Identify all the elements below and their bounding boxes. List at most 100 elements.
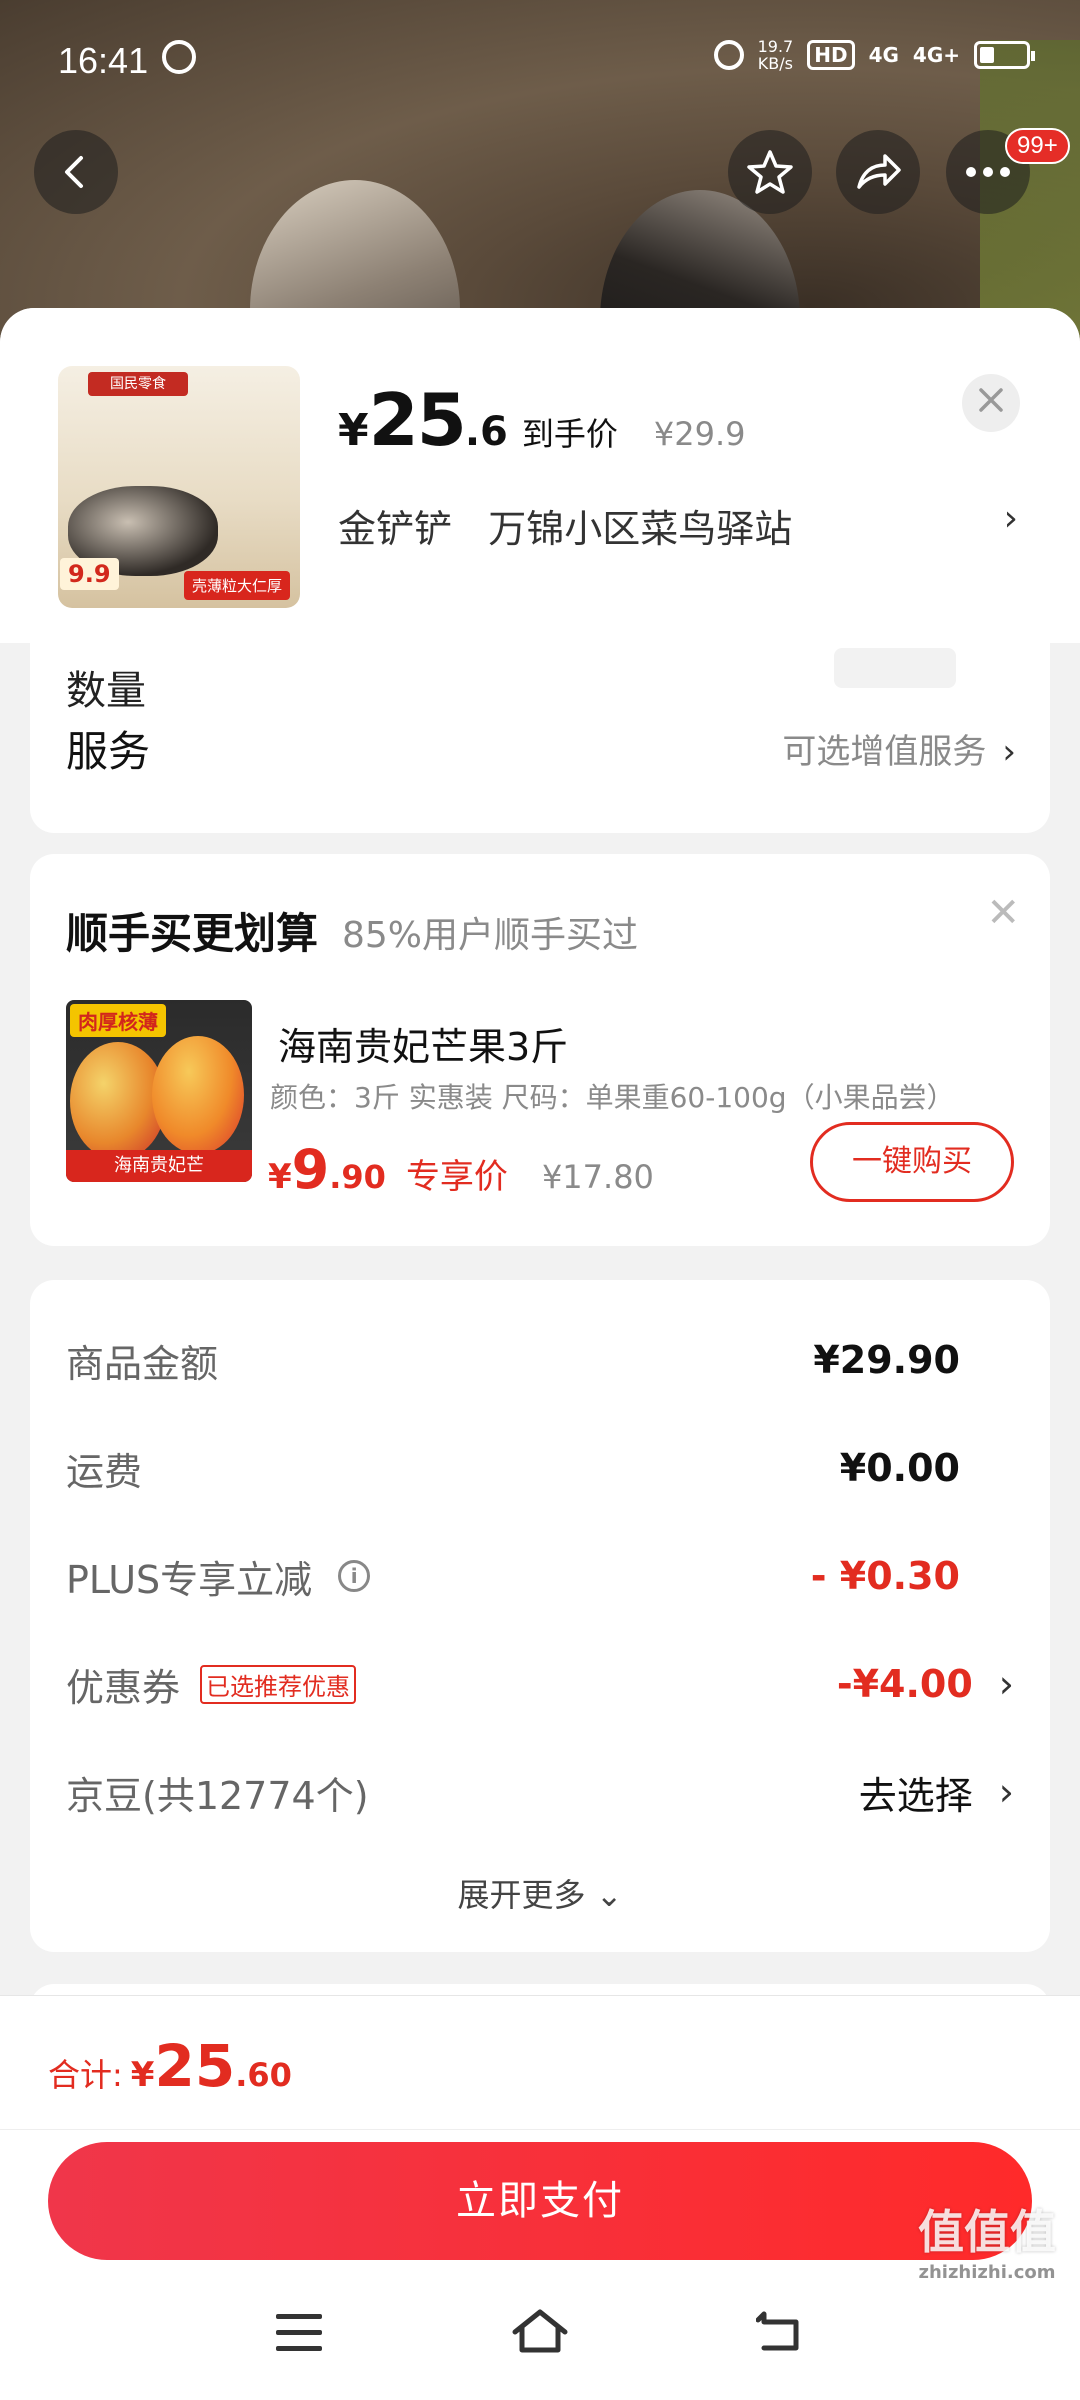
chevron-right-icon: › [998,1662,1014,1706]
share-button[interactable] [836,130,920,214]
quantity-stepper[interactable] [834,648,956,688]
upsell-price-line: ¥ 9 .90 专享价 ¥17.80 [268,1138,654,1201]
summary-row-shipping: 运费 ¥0.00 [66,1438,1014,1498]
upsell-price-decimal: .90 [329,1158,386,1196]
jingdou-value-wrap: 去选择 › [859,1765,1014,1820]
address-selector[interactable]: 金铲铲 万锦小区菜鸟驿站 › [338,498,1018,553]
more-dots-icon [966,167,1010,177]
watermark-logo: 值值值 zhizhizhi.com [918,2196,1056,2283]
chevron-right-icon: › [1002,732,1016,772]
chevron-left-icon [65,156,83,188]
total-price: 合计: ¥ 25 .60 [48,2032,292,2100]
chevron-down-icon: ⌄ [595,1876,623,1914]
upsell-price-integer: 9 [291,1138,330,1201]
expand-more-label: 展开更多 [457,1876,586,1914]
pay-now-button[interactable]: 立即支付 [48,2142,1032,2260]
summary-row-jingdou[interactable]: 京豆(共12774个) 去选择 › [66,1762,1014,1822]
total-currency: ¥ [130,2055,155,2095]
alarm-icon [162,40,196,74]
service-label: 服务 [66,727,151,776]
summary-row-coupon[interactable]: 优惠券 已选推荐优惠 -¥4.00 › [66,1654,1014,1714]
status-time: 16:41 [58,40,149,81]
upsell-item-name: 海南贵妃芒果3斤 [278,1025,569,1069]
goods-amount-value: ¥29.90 [813,1338,960,1382]
coupon-selected-badge: 已选推荐优惠 [200,1664,357,1704]
plus-discount-label: PLUS专享立减 [66,1557,313,1602]
upsell-original-price: ¥17.80 [541,1158,654,1196]
mango-product-image[interactable]: 肉厚核薄 海南贵妃芒 [66,1000,252,1182]
summary-row-goods: 商品金额 ¥29.90 [66,1330,1014,1390]
jingdou-value: 去选择 [858,1773,973,1818]
total-decimal: .60 [235,2056,292,2094]
price-currency: ¥ [338,405,369,456]
coupon-value: -¥4.00 [836,1662,973,1706]
chevron-right-icon: › [1003,498,1018,539]
back-button[interactable] [34,130,118,214]
star-icon [747,150,793,194]
close-icon[interactable]: ✕ [986,890,1020,936]
total-label: 合计: [48,2056,123,2094]
home-icon[interactable] [510,2306,570,2356]
summary-row-plus: PLUS专享立减 i - ¥0.30 [66,1546,1014,1606]
total-integer: 25 [154,2032,236,2100]
goods-amount-label: 商品金额 [66,1341,219,1386]
upsell-title: 顺手买更划算 [66,909,319,958]
quantity-label: 数量 [66,668,146,714]
alarm-clock-icon [713,40,744,70]
watermark-text: 值值值 [918,2205,1056,2259]
price-summary-card: 商品金额 ¥29.90 运费 ¥0.00 PLUS专享立减 i - ¥0.30 … [30,1280,1050,1952]
address-place: 万锦小区菜鸟驿站 [488,507,793,551]
back-nav-icon[interactable] [756,2310,804,2354]
hd-icon: HD [807,40,855,70]
coupon-label: 优惠券 [66,1665,181,1710]
network-speed: 19.7 KB/s [758,38,794,72]
net-speed-unit: KB/s [757,54,793,73]
price-integer: 25 [368,378,467,462]
expand-more-button[interactable]: 展开更多 ⌄ [30,1870,1050,1916]
price-decimal: .6 [464,409,508,455]
mango-image-label: 海南贵妃芒 [66,1150,252,1182]
signal-4g-plus-icon: 4G+ [912,43,960,67]
final-price-label: 到手价 [521,415,618,453]
status-bar: 16:41 19.7 KB/s HD 4G 4G+ [0,0,1080,120]
upsell-price-label: 专享价 [405,1157,508,1197]
favorite-button[interactable] [728,130,812,214]
close-button[interactable] [962,374,1020,432]
shipping-value: ¥0.00 [839,1446,960,1490]
one-click-buy-button[interactable]: 一键购买 [810,1122,1014,1202]
thumb-tag: 壳薄粒大仁厚 [183,571,290,600]
product-thumbnail[interactable]: 国民零食 9.9 壳薄粒大仁厚 [58,366,300,608]
plus-discount-value: - ¥0.30 [810,1554,960,1598]
watermark-domain: zhizhizhi.com [918,2262,1056,2283]
address-text: 金铲铲 万锦小区菜鸟驿站 [338,498,792,553]
mango-image-tag: 肉厚核薄 [70,1004,166,1037]
menu-icon[interactable] [276,2314,322,2354]
upsell-item-spec: 颜色：3斤 实惠装 尺码：单果重60-100g（小果品尝） [270,1081,955,1114]
plus-discount-label-wrap: PLUS专享立减 i [66,1549,371,1604]
upsell-price-currency: ¥ [268,1157,292,1197]
sheet-header: 国民零食 9.9 壳薄粒大仁厚 ¥ 25 .6 到手价 ¥29.9 金铲铲 万锦… [0,308,1080,643]
address-name: 金铲铲 [338,507,453,551]
share-icon [857,154,901,189]
system-nav-bar [0,2286,1080,2396]
upsell-subtitle: 85%用户顺手买过 [342,915,639,956]
thumb-banner: 国民零食 [88,372,188,396]
message-count-badge: 99+ [1005,128,1070,164]
status-icons: 19.7 KB/s HD 4G 4G+ [713,38,1035,72]
info-icon[interactable]: i [338,1560,371,1592]
upsell-card: 顺手买更划算 85%用户顺手买过 ✕ 肉厚核薄 海南贵妃芒 海南贵妃芒果3斤 颜… [30,854,1050,1246]
battery-icon [974,41,1035,69]
price-line: ¥ 25 .6 到手价 ¥29.9 [338,378,745,462]
jingdou-label: 京豆(共12774个) [66,1773,369,1818]
signal-4g-icon: 4G [868,43,899,67]
mango-image-right [152,1036,244,1154]
coupon-value-wrap: -¥4.00 › [837,1662,1014,1706]
thumb-price: 9.9 [60,558,119,590]
original-price: ¥29.9 [653,415,746,453]
close-icon [979,388,1003,412]
divider [0,2129,1080,2130]
shipping-label: 运费 [66,1449,143,1494]
service-value: 可选增值服务 [782,732,987,772]
chevron-right-icon: › [998,1770,1014,1814]
service-selector[interactable]: 可选增值服务 › [782,724,1016,773]
